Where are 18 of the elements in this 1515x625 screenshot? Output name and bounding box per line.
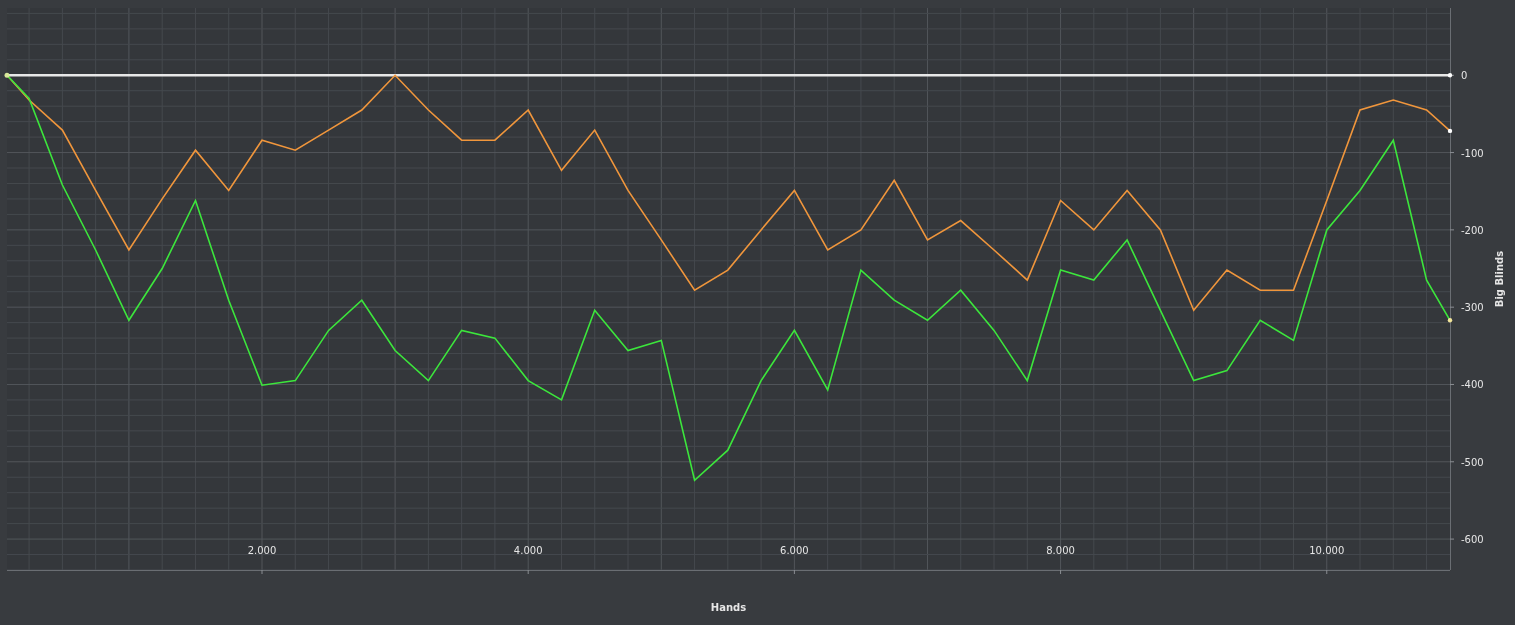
y-tick-label: -100 bbox=[1461, 147, 1484, 159]
start-point-marker bbox=[4, 72, 10, 78]
x-tick-label: 10.000 bbox=[1309, 545, 1345, 556]
x-tick-label: 6.000 bbox=[780, 545, 809, 556]
y-tick-label: -500 bbox=[1461, 456, 1484, 468]
end-point-marker bbox=[1447, 128, 1453, 134]
end-point-marker bbox=[1447, 73, 1453, 78]
y-tick-label: 0 bbox=[1461, 70, 1468, 82]
y-tick-label: -300 bbox=[1461, 302, 1484, 314]
x-axis-title: Hands bbox=[710, 602, 747, 613]
end-point-marker bbox=[1447, 318, 1453, 323]
x-tick-label: 2.000 bbox=[247, 545, 277, 556]
y-axis-title: Big Blinds bbox=[1494, 250, 1505, 308]
y-tick-label: -600 bbox=[1461, 534, 1484, 546]
x-tick-label: 8.000 bbox=[1046, 545, 1075, 556]
x-tick-label: 4.000 bbox=[513, 545, 543, 556]
y-tick-label: -400 bbox=[1461, 379, 1484, 391]
y-tick-label: -200 bbox=[1461, 224, 1484, 236]
